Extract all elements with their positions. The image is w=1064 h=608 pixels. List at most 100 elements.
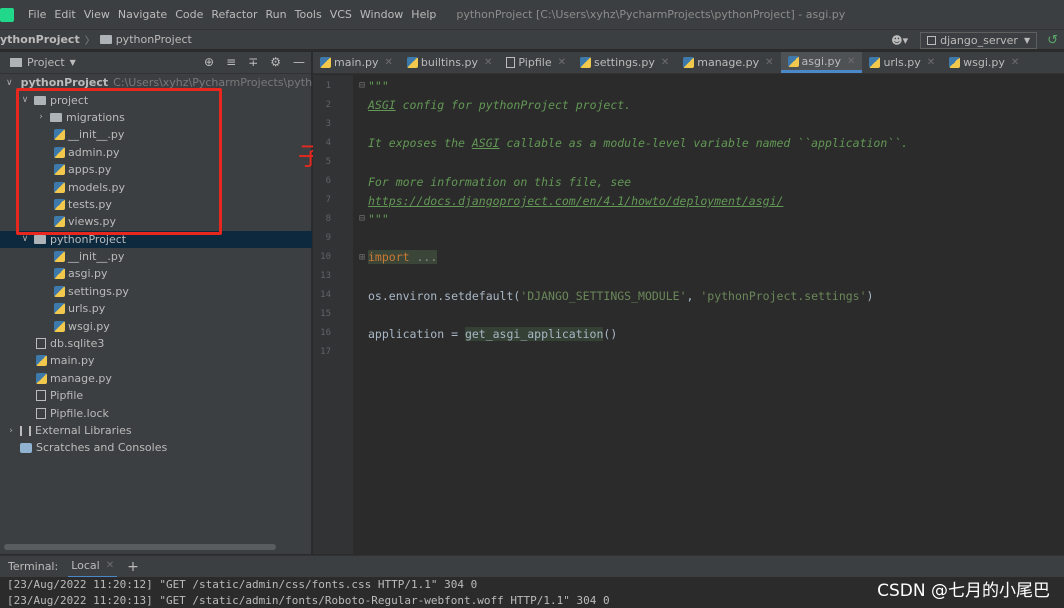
- tree-item-label: main.py: [50, 354, 95, 368]
- file-icon: [36, 407, 46, 419]
- gear-icon[interactable]: ⚙: [270, 55, 281, 69]
- fold-icon[interactable]: ⊞: [359, 252, 365, 263]
- close-icon[interactable]: ✕: [1011, 57, 1019, 68]
- tree-item[interactable]: asgi.py: [0, 265, 312, 282]
- editor-tab[interactable]: settings.py ✕: [573, 52, 676, 73]
- menu-help[interactable]: Help: [407, 8, 440, 21]
- run-icon[interactable]: ↺: [1047, 33, 1058, 48]
- chevron-down-icon[interactable]: ▼: [70, 58, 76, 67]
- menu-vcs[interactable]: VCS: [326, 8, 356, 21]
- tree-item-label: db.sqlite3: [50, 337, 105, 351]
- window-title: pythonProject [C:\Users\xyhz\PycharmProj…: [456, 8, 846, 21]
- line-number: 6: [325, 176, 331, 186]
- new-terminal-icon[interactable]: +: [127, 559, 139, 575]
- code-line-16: application = get_asgi_application(): [368, 327, 617, 341]
- tree-item[interactable]: Pipfile.lock: [0, 404, 312, 421]
- close-icon[interactable]: ✕: [847, 56, 855, 67]
- tree-item-label: External Libraries: [35, 424, 132, 437]
- menu-view[interactable]: View: [80, 8, 114, 21]
- tree-item[interactable]: wsgi.py: [0, 317, 312, 334]
- horizontal-scrollbar[interactable]: [4, 544, 276, 550]
- tree-item[interactable]: Pipfile: [0, 387, 312, 404]
- navbar-right: ☻▾ django_server ▼ ↺: [891, 30, 1064, 50]
- menu-code[interactable]: Code: [171, 8, 207, 21]
- tree-item[interactable]: manage.py: [0, 370, 312, 387]
- django-config-icon: [927, 35, 937, 45]
- tree-item[interactable]: settings.py: [0, 283, 312, 300]
- python-file-icon: [787, 55, 799, 67]
- tree-item[interactable]: Scratches and Consoles: [0, 439, 312, 456]
- editor-tab[interactable]: manage.py ✕: [676, 52, 780, 73]
- line-number: 5: [325, 157, 331, 167]
- code-token: ASGI: [471, 136, 500, 150]
- collapse-all-icon[interactable]: ∓: [248, 55, 258, 69]
- python-file-icon: [36, 372, 47, 384]
- code-token: (): [603, 327, 618, 341]
- expand-all-icon[interactable]: ≡: [226, 55, 236, 69]
- chevron-down-icon[interactable]: ∨: [6, 78, 13, 88]
- code-line-10: import ...: [368, 250, 438, 264]
- menu-file[interactable]: File: [24, 8, 50, 21]
- run-config-select[interactable]: django_server ▼: [920, 31, 1038, 49]
- editor-tab[interactable]: wsgi.py ✕: [942, 52, 1026, 73]
- code-editor[interactable]: 1 2 3 4 5 6 7 8 9 10 13 14 15 16 17 ⊟ """ ASGI config …: [313, 75, 1064, 554]
- tree-item[interactable]: urls.py: [0, 300, 312, 317]
- code-line-7: https://docs.djangoproject.com/en/4.1/ho…: [368, 194, 783, 208]
- python-file-icon: [320, 57, 331, 68]
- tree-item[interactable]: main.py: [0, 352, 312, 369]
- code-token: ,: [686, 289, 701, 303]
- editor-tab-label: manage.py: [697, 56, 760, 69]
- tree-item[interactable]: __init__.py: [0, 248, 312, 265]
- menu-window[interactable]: Window: [356, 8, 407, 21]
- fold-icon[interactable]: ⊟: [359, 213, 365, 224]
- user-icon[interactable]: ☻▾: [891, 34, 908, 47]
- folder-icon: [34, 234, 46, 244]
- menu-navigate[interactable]: Navigate: [114, 8, 171, 21]
- close-icon[interactable]: ✕: [484, 57, 492, 68]
- locate-icon[interactable]: ⊕: [204, 55, 214, 69]
- code-token: os.environ.setdefault(: [368, 289, 521, 303]
- editor-tab[interactable]: builtins.py ✕: [400, 52, 500, 73]
- editor-tab-label: urls.py: [883, 56, 921, 69]
- editor-tab[interactable]: asgi.py ✕: [780, 52, 863, 73]
- code-token: config for pythonProject project.: [395, 98, 632, 112]
- close-icon[interactable]: ✕: [558, 57, 566, 68]
- hide-icon[interactable]: —: [293, 55, 305, 69]
- menu-bar: File Edit View Navigate Code Refactor Ru…: [0, 0, 1064, 30]
- close-icon[interactable]: ✕: [661, 57, 669, 68]
- project-panel-header: Project ▼ ⊕ ≡ ∓ ⚙ —: [0, 52, 311, 74]
- close-icon[interactable]: ✕: [927, 57, 935, 68]
- tree-item-label: settings.py: [68, 284, 129, 298]
- main-menu: File Edit View Navigate Code Refactor Ru…: [24, 8, 440, 21]
- python-file-icon: [869, 57, 881, 68]
- collapsed-imports[interactable]: import ...: [368, 250, 438, 264]
- project-view-title[interactable]: Project: [27, 56, 65, 69]
- editor-tab[interactable]: main.py ✕: [313, 52, 400, 73]
- menu-refactor[interactable]: Refactor: [207, 8, 261, 21]
- close-icon[interactable]: ✕: [765, 57, 773, 68]
- line-number: 14: [320, 290, 331, 300]
- line-number: 15: [320, 309, 331, 319]
- breadcrumb-root[interactable]: ythonProject: [0, 33, 80, 46]
- tree-item-label: wsgi.py: [68, 319, 110, 333]
- menu-edit[interactable]: Edit: [50, 8, 79, 21]
- menu-run[interactable]: Run: [262, 8, 291, 21]
- code-token: ...: [409, 250, 438, 264]
- chevron-right-icon[interactable]: ›: [6, 426, 16, 436]
- close-icon[interactable]: ✕: [384, 57, 392, 68]
- line-number-gutter: 1 2 3 4 5 6 7 8 9 10 13 14 15 16 17: [313, 75, 353, 554]
- menu-tools[interactable]: Tools: [291, 8, 326, 21]
- doc-link[interactable]: https://docs.djangoproject.com/en/4.1/ho…: [368, 194, 783, 208]
- editor-tab[interactable]: Pipfile ✕: [499, 52, 573, 73]
- close-icon[interactable]: ✕: [106, 560, 114, 571]
- chevron-down-icon[interactable]: ∨: [20, 234, 30, 244]
- tree-item[interactable]: › External Libraries: [0, 422, 312, 439]
- breadcrumb-folder[interactable]: pythonProject: [116, 33, 192, 46]
- tree-item-label: Scratches and Consoles: [36, 441, 168, 455]
- terminal-tab-local[interactable]: Local ✕: [68, 556, 118, 578]
- folder-icon: [99, 35, 112, 44]
- fold-icon[interactable]: ⊟: [359, 80, 365, 91]
- file-icon: [36, 338, 46, 350]
- editor-tab[interactable]: urls.py ✕: [862, 52, 942, 73]
- tree-item[interactable]: db.sqlite3: [0, 335, 312, 352]
